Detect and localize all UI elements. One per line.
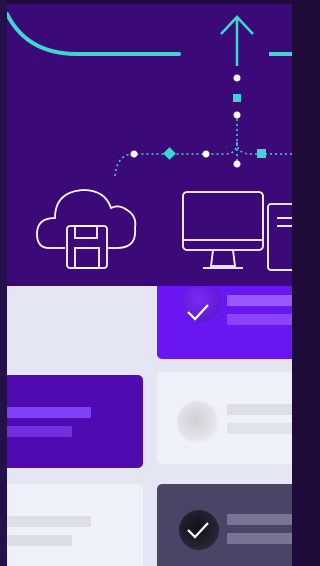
option-card[interactable]	[7, 484, 143, 566]
left-edge-strip	[0, 0, 7, 566]
checkmark-icon	[187, 522, 209, 539]
cloud-save-icon	[36, 189, 137, 269]
option-card-highlighted[interactable]	[7, 375, 143, 468]
text-placeholder-bar	[227, 423, 292, 434]
arrow-up-icon	[220, 15, 254, 66]
checkmark-icon	[187, 304, 209, 321]
desktop-computer-icon	[182, 191, 292, 271]
vertical-node-path	[233, 74, 241, 168]
text-placeholder-bar	[7, 426, 72, 437]
card-grid	[7, 286, 292, 566]
text-placeholder-bar	[7, 407, 91, 418]
option-card-selected[interactable]	[157, 286, 292, 359]
option-card-selected-dark[interactable]	[157, 484, 292, 566]
option-card[interactable]	[157, 372, 292, 464]
text-placeholder-bar	[227, 295, 292, 306]
connection-line	[7, 12, 181, 56]
text-placeholder-bar	[7, 516, 91, 527]
text-placeholder-bar	[227, 404, 292, 415]
network-diagram	[7, 12, 292, 271]
text-placeholder-bar	[227, 314, 292, 325]
hero-illustration	[7, 4, 292, 286]
text-placeholder-bar	[7, 535, 72, 546]
avatar	[177, 401, 219, 443]
text-placeholder-bar	[227, 514, 292, 525]
text-placeholder-bar	[227, 533, 292, 544]
horizontal-node-path	[114, 141, 292, 177]
